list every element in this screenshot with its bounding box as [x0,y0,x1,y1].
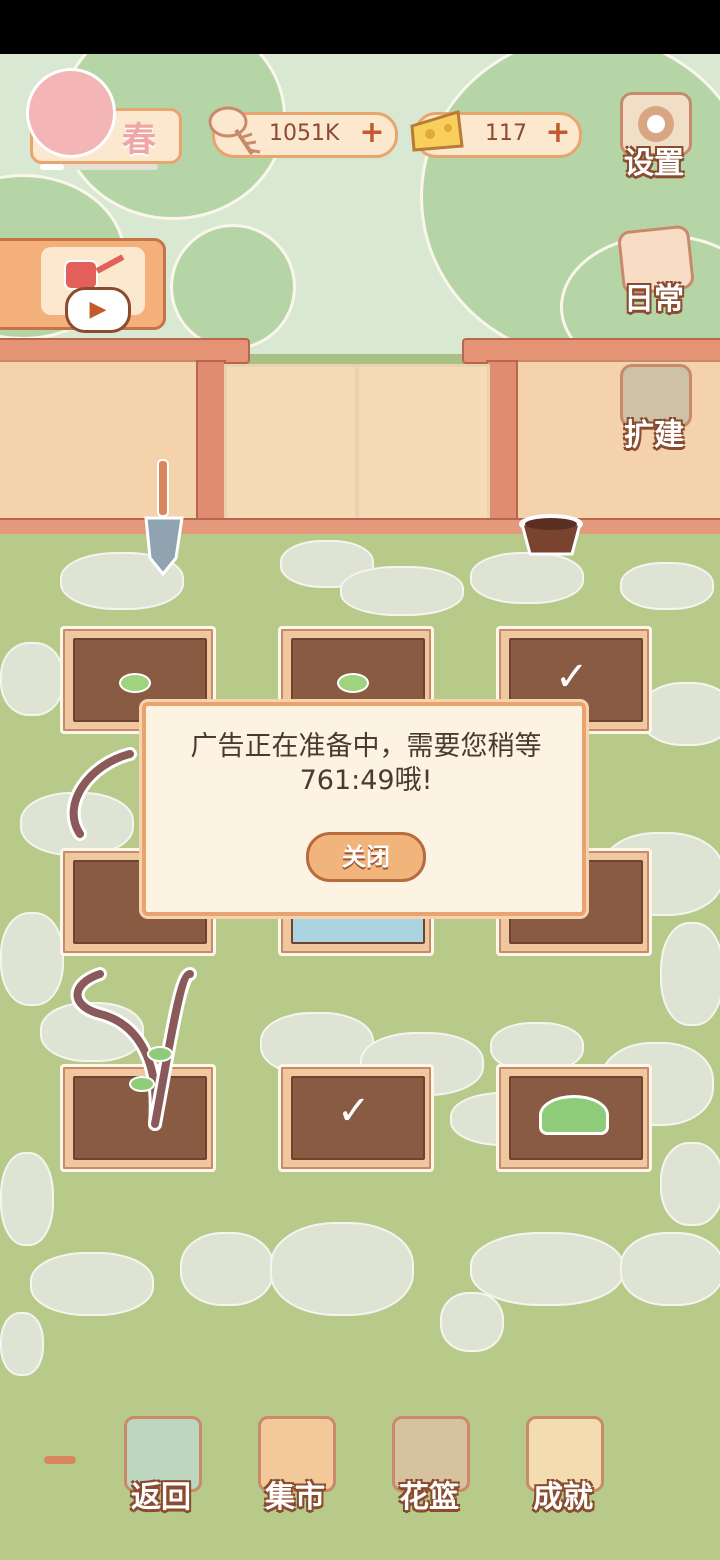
dry-twig-icon: ✓ [555,654,589,700]
stepping-stone [440,1292,504,1352]
garden-gate-right[interactable] [356,364,490,522]
settings-label: 设置 [624,146,684,181]
basket-button[interactable]: 花篮 [384,1416,474,1515]
back-button[interactable]: 返回 [116,1416,206,1515]
achievements-label: 成就 [533,1480,593,1515]
market-button[interactable]: 集市 [250,1416,340,1515]
stepping-stone [620,562,714,610]
stepping-stone [180,1232,274,1306]
stepping-stone [660,1142,720,1226]
close-button[interactable]: 关闭 [306,832,426,882]
fish-bone-icon [206,100,262,162]
flower-pot[interactable] [516,510,586,560]
wall-post [486,360,518,522]
stepping-stone [30,1252,154,1316]
expand-label: 扩建 [624,418,684,453]
bush [170,224,296,350]
season-progress-fill [40,164,64,170]
game-scene: ✓ ✓ 春 1051K + 117 + 设置 日常 扩建 ▶ 广告正在准备中，需… [0,54,720,1560]
collapse-toggle[interactable] [44,1456,76,1464]
season-label: 春 [122,120,156,160]
garden-plot[interactable] [496,1064,652,1172]
bush-plant-icon [539,1095,609,1135]
season-progress-track [40,164,158,170]
dialog-message: 广告正在准备中，需要您稍等761:49哦! [190,731,542,796]
stepping-stone [270,1222,414,1316]
status-bar [0,0,720,54]
add-cheese-button[interactable]: + [543,118,573,149]
stepping-stone [0,1152,54,1246]
garden-wall [0,338,720,534]
watering-ad-button[interactable]: ▶ [0,238,166,333]
daily-tasks-button[interactable]: 日常 [614,224,696,317]
cherry-tree-icon [26,68,116,158]
stepping-stone [0,1312,44,1376]
ad-wait-dialog: 广告正在准备中，需要您稍等761:49哦! 关闭 [142,702,586,916]
play-video-icon: ▶ [65,287,131,333]
achievements-button[interactable]: 成就 [518,1416,608,1515]
add-fish-button[interactable]: + [357,118,387,149]
back-label: 返回 [131,1480,191,1515]
expand-button[interactable]: 扩建 [614,364,694,453]
cheese-icon [408,106,466,156]
wall-post [196,360,226,522]
garden-plot[interactable]: ✓ [278,1064,434,1172]
dry-twig-icon: ✓ [337,1088,371,1134]
stepping-stone [660,922,720,1026]
stepping-stone [340,566,464,616]
stepping-stone [0,642,64,716]
daily-label: 日常 [624,282,684,317]
sprout-icon [119,673,151,693]
wall-base [0,518,720,534]
stepping-stone [640,682,720,746]
basket-label: 花篮 [399,1480,459,1515]
stepping-stone [620,1232,720,1306]
stepping-stone [0,912,64,1006]
season-badge[interactable]: 春 [26,68,182,170]
sprout-icon [337,673,369,693]
market-label: 集市 [265,1480,325,1515]
cheese-currency-value: 117 [485,121,527,146]
settings-button[interactable]: 设置 [614,92,694,181]
trowel-tool[interactable] [140,458,190,578]
fish-currency-value: 1051K [269,121,340,146]
garden-gate-left[interactable] [224,364,358,522]
stepping-stone [470,1232,624,1306]
